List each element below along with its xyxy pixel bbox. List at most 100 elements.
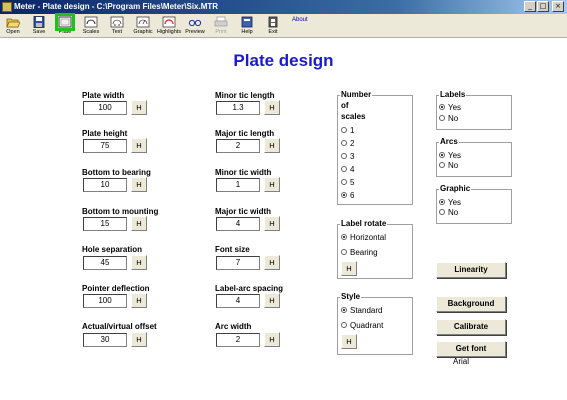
actual-virtual-offset-h-button[interactable]: H <box>131 332 147 347</box>
title-bar: Meter - Plate design - C:\Program Files\… <box>0 0 567 14</box>
radio-dot <box>439 114 445 121</box>
radio-dot-selected <box>341 306 347 313</box>
field-label: Bottom to mounting <box>82 207 159 216</box>
label-rotate-title: Label rotate <box>340 219 388 229</box>
radio-dot-selected <box>341 191 347 198</box>
toolbar-exit-button[interactable]: Exit <box>260 14 286 38</box>
plate-height-h-button[interactable]: H <box>131 138 147 153</box>
toolbar-preview-button[interactable]: Preview <box>182 14 208 38</box>
hole-separation-input[interactable]: 45 <box>83 256 127 270</box>
minor-tic-length-h-button[interactable]: H <box>264 100 280 115</box>
style-h-button[interactable]: H <box>341 334 357 349</box>
style-standard-radio[interactable]: Standard <box>341 306 382 316</box>
toolbar-plate-button[interactable]: Plate <box>52 13 78 38</box>
plate-width-h-button[interactable]: H <box>131 100 147 115</box>
labels-yes-radio[interactable]: Yes <box>439 103 461 113</box>
get-font-button[interactable]: Get font <box>436 341 506 357</box>
field-label: Plate height <box>82 129 128 138</box>
background-button[interactable]: Background <box>436 296 506 312</box>
major-tic-length-input[interactable]: 2 <box>216 139 260 153</box>
field-label: Pointer deflection <box>82 284 150 293</box>
linearity-button[interactable]: Linearity <box>436 262 506 278</box>
toolbar-print-button[interactable]: Print <box>208 14 234 38</box>
maximize-button[interactable]: □ <box>537 1 549 12</box>
plate-width-input[interactable]: 100 <box>83 101 127 115</box>
bottom-to-mounting-h-button[interactable]: H <box>131 216 147 231</box>
pointer-deflection-input[interactable]: 100 <box>83 294 127 308</box>
window-title: Meter - Plate design - C:\Program Files\… <box>14 2 219 11</box>
radio-dot <box>341 178 347 185</box>
current-font-name: Arial <box>453 357 470 366</box>
field-label: Plate width <box>82 91 125 100</box>
field-label: Bottom to bearing <box>82 168 151 177</box>
bottom-to-mounting-input[interactable]: 15 <box>83 217 127 231</box>
major-tic-width-h-button[interactable]: H <box>264 216 280 231</box>
folder-open-icon <box>6 18 20 28</box>
labels-title: Labels <box>439 90 467 100</box>
toolbar-help-button[interactable]: Help <box>234 14 260 38</box>
field-label: Arc width <box>215 322 252 331</box>
major-tic-length-h-button[interactable]: H <box>264 138 280 153</box>
toolbar-open-button[interactable]: Open <box>0 14 26 38</box>
hole-separation-h-button[interactable]: H <box>131 255 147 270</box>
scales-radio-4[interactable]: 4 <box>341 165 354 175</box>
actual-virtual-offset-input[interactable]: 30 <box>83 333 127 347</box>
bottom-to-bearing-input[interactable]: 10 <box>83 178 127 192</box>
label-rotate-bearing-radio[interactable]: Bearing <box>341 248 378 258</box>
plate-icon <box>55 13 75 31</box>
radio-dot <box>341 165 347 172</box>
scales-radio-2[interactable]: 2 <box>341 139 354 149</box>
toolbar-save-button[interactable]: Save <box>26 14 52 38</box>
about-link[interactable]: About <box>292 17 308 23</box>
graphic-no-radio[interactable]: No <box>439 208 458 218</box>
label-rotate-horizontal-radio[interactable]: Horizontal <box>341 233 386 243</box>
minimize-button[interactable]: _ <box>524 1 536 12</box>
field-label: Major tic length <box>215 129 275 138</box>
field-label: Label-arc spacing <box>215 284 284 293</box>
scales-radio-6[interactable]: 6 <box>341 191 354 201</box>
bottom-to-bearing-h-button[interactable]: H <box>131 177 147 192</box>
graphic-icon <box>136 16 150 28</box>
radio-dot <box>341 126 347 133</box>
font-size-input[interactable]: 7 <box>216 256 260 270</box>
highlights-icon <box>162 16 176 28</box>
field-label: Minor tic width <box>215 168 272 177</box>
labels-no-radio[interactable]: No <box>439 114 458 124</box>
field-label: Minor tic length <box>215 91 275 100</box>
style-quadrant-radio[interactable]: Quadrant <box>341 321 383 331</box>
label-arc-spacing-h-button[interactable]: H <box>264 293 280 308</box>
arc-width-h-button[interactable]: H <box>264 332 280 347</box>
scales-radio-5[interactable]: 5 <box>341 178 354 188</box>
toolbar-graphic-button[interactable]: Graphic <box>130 14 156 38</box>
toolbar-scales-button[interactable]: Scales <box>78 14 104 38</box>
radio-dot <box>341 152 347 159</box>
radio-dot <box>341 321 347 328</box>
font-size-h-button[interactable]: H <box>264 255 280 270</box>
plate-height-input[interactable]: 75 <box>83 139 127 153</box>
arc-width-input[interactable]: 2 <box>216 333 260 347</box>
minor-tic-width-h-button[interactable]: H <box>264 177 280 192</box>
radio-dot <box>439 161 445 168</box>
field-label: Font size <box>215 245 250 254</box>
major-tic-width-input[interactable]: 4 <box>216 217 260 231</box>
field-label: Actual/virtual offset <box>82 322 157 331</box>
graphic-yes-radio[interactable]: Yes <box>439 198 461 208</box>
toolbar-highlights-button[interactable]: Highlights <box>156 14 182 38</box>
scales-radio-1[interactable]: 1 <box>341 126 354 136</box>
arcs-yes-radio[interactable]: Yes <box>439 151 461 161</box>
label-rotate-h-button[interactable]: H <box>341 261 357 276</box>
scales-title-line-1: Number <box>340 90 373 100</box>
exit-door-icon <box>268 16 278 28</box>
scales-radio-3[interactable]: 3 <box>341 152 354 162</box>
page-title: Plate design <box>233 51 334 70</box>
minor-tic-length-input[interactable]: 1.3 <box>216 101 260 115</box>
radio-dot <box>341 139 347 146</box>
calibrate-button[interactable]: Calibrate <box>436 319 506 335</box>
close-button[interactable]: × <box>552 1 564 12</box>
radio-dot-selected <box>439 198 445 205</box>
minor-tic-width-input[interactable]: 1 <box>216 178 260 192</box>
pointer-deflection-h-button[interactable]: H <box>131 293 147 308</box>
arcs-no-radio[interactable]: No <box>439 161 458 171</box>
toolbar-text-button[interactable]: Text <box>104 14 130 38</box>
label-arc-spacing-input[interactable]: 4 <box>216 294 260 308</box>
